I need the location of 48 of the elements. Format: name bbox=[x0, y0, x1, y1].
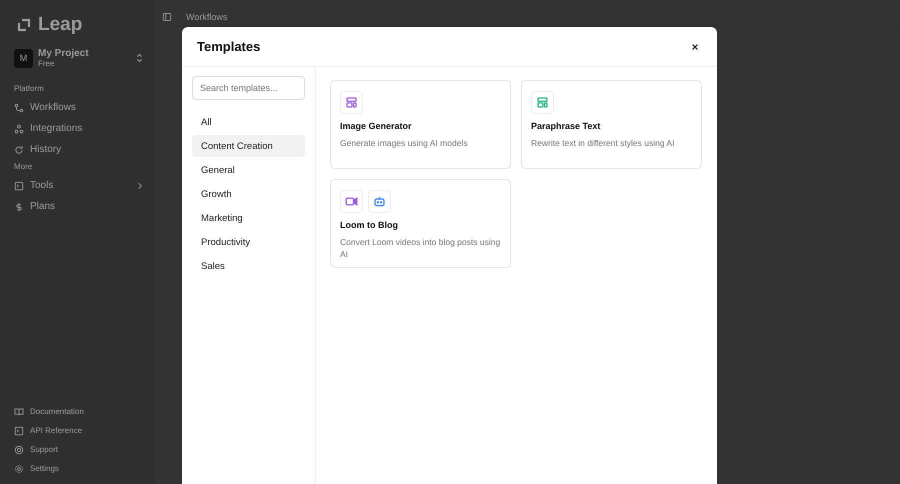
nav-item[interactable]: Workflows bbox=[14, 97, 143, 118]
template-card[interactable]: Paraphrase Text Rewrite text in different styles using AI bbox=[521, 80, 702, 169]
search-field[interactable]: Search templates... bbox=[192, 76, 305, 100]
support-icon bbox=[14, 444, 24, 454]
template-card[interactable]: Loom to Blog Convert Loom videos into blog posts using AI bbox=[330, 179, 511, 268]
sidebar-toggle-icon[interactable] bbox=[162, 12, 172, 22]
template-title: Image Generator bbox=[340, 121, 413, 131]
template-description: Generate images using AI models bbox=[340, 138, 469, 150]
template-description: Convert Loom videos into blog posts using AI bbox=[340, 237, 501, 261]
template-description: Rewrite text in different styles using AI bbox=[531, 138, 676, 150]
breadcrumb[interactable]: Workflows bbox=[186, 12, 228, 22]
footer-link[interactable]: Support bbox=[14, 440, 143, 459]
template-title: Paraphrase Text bbox=[531, 121, 602, 131]
project-switcher[interactable]: M My Project Free bbox=[14, 48, 143, 68]
section-heading: Platform bbox=[14, 84, 45, 93]
category-item[interactable]: Growth bbox=[192, 183, 305, 205]
nav-item[interactable]: Plans bbox=[14, 196, 143, 217]
footer-link[interactable]: API Reference bbox=[14, 421, 143, 440]
category-item[interactable]: All bbox=[192, 111, 305, 133]
nav-item[interactable]: Tools bbox=[14, 175, 143, 196]
footer-link[interactable]: Documentation bbox=[14, 402, 143, 421]
category-item[interactable]: Sales bbox=[192, 255, 305, 277]
template-card[interactable]: Image Generator Generate images using AI models bbox=[330, 80, 511, 169]
integrations-icon bbox=[14, 124, 24, 134]
book-icon bbox=[14, 406, 24, 416]
nav-item[interactable]: Integrations bbox=[14, 118, 143, 139]
project-plan: Free bbox=[38, 59, 56, 68]
category-item[interactable]: General bbox=[192, 159, 305, 181]
category-item[interactable]: Productivity bbox=[192, 231, 305, 253]
logo-icon bbox=[16, 17, 32, 33]
app-logo-text: Leap bbox=[38, 14, 82, 36]
template-title: Loom to Blog bbox=[340, 220, 399, 230]
terminal-icon bbox=[14, 426, 24, 436]
footer-link[interactable]: Settings bbox=[14, 459, 143, 478]
project-avatar: M bbox=[14, 48, 33, 68]
workflow-icon bbox=[14, 102, 24, 112]
section-heading: More bbox=[14, 162, 34, 171]
close-icon bbox=[691, 42, 699, 50]
nav-item[interactable]: History bbox=[14, 139, 143, 160]
settings-icon bbox=[14, 464, 24, 474]
terminal-icon bbox=[14, 180, 24, 190]
project-name: My Project bbox=[38, 48, 90, 59]
category-item[interactable]: Content Creation bbox=[192, 135, 305, 157]
chevron-up-down-icon bbox=[136, 53, 143, 63]
category-item[interactable]: Marketing bbox=[192, 207, 305, 229]
history-icon bbox=[14, 144, 24, 154]
dialog-title: Templates bbox=[197, 39, 260, 54]
dollar-icon bbox=[14, 202, 24, 212]
